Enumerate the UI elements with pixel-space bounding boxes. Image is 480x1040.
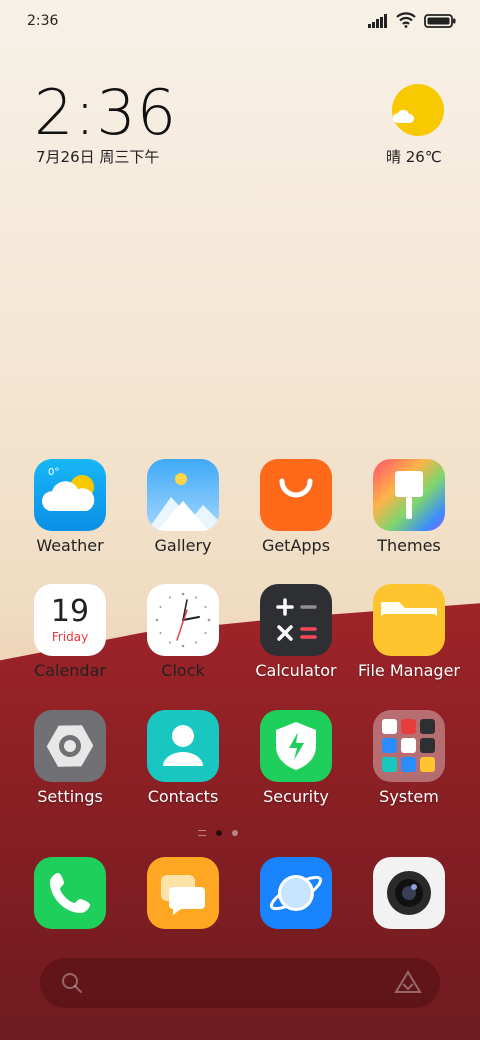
- app-calculator[interactable]: Calculator: [240, 584, 352, 680]
- app-clock[interactable]: Clock: [127, 584, 239, 680]
- app-label: Security: [263, 787, 329, 806]
- search-bar[interactable]: [40, 958, 440, 1008]
- signal-icon: [368, 13, 388, 32]
- browser-icon: [260, 857, 332, 929]
- dock-messages[interactable]: [127, 857, 239, 929]
- page-dot-active: [216, 830, 222, 836]
- calendar-icon: 19 Friday: [34, 584, 106, 656]
- wifi-icon: [396, 12, 416, 32]
- app-label: Calendar: [34, 661, 106, 680]
- security-icon: [260, 710, 332, 782]
- app-calendar[interactable]: 19 Friday Calendar: [14, 584, 126, 680]
- status-time: 2:36: [27, 13, 59, 29]
- assistant-icon[interactable]: [394, 970, 422, 1000]
- page-indicator-menu: [198, 830, 206, 836]
- app-label: Contacts: [147, 787, 219, 806]
- gallery-icon: [147, 459, 219, 531]
- search-icon: [60, 971, 84, 999]
- calendar-weekday: Friday: [51, 630, 89, 644]
- messages-icon: [147, 857, 219, 929]
- getapps-icon: [260, 459, 332, 531]
- contacts-icon: [147, 710, 219, 782]
- camera-icon: [373, 857, 445, 929]
- page-dot: [232, 830, 238, 836]
- app-label: Clock: [161, 661, 205, 680]
- battery-icon: [424, 13, 456, 32]
- app-label: Gallery: [154, 536, 212, 555]
- app-contacts[interactable]: Contacts: [127, 710, 239, 806]
- calendar-day: 19: [50, 594, 90, 629]
- folder-system[interactable]: System: [353, 710, 465, 806]
- app-label: Themes: [377, 536, 441, 555]
- app-label: GetApps: [261, 536, 331, 555]
- sunny-icon: [392, 84, 444, 136]
- page-indicator[interactable]: [198, 830, 238, 836]
- dock-phone[interactable]: [14, 857, 126, 929]
- clock-icon: [147, 584, 219, 656]
- app-label: Settings: [37, 787, 103, 806]
- app-gallery[interactable]: Gallery: [127, 459, 239, 555]
- app-label: System: [379, 787, 439, 806]
- app-security[interactable]: Security: [240, 710, 352, 806]
- app-label: Calculator: [255, 661, 337, 680]
- weather-widget-text: 晴 26℃: [386, 148, 442, 166]
- app-label: File Manager: [358, 661, 460, 680]
- folder-icon: [373, 584, 445, 656]
- weather-widget[interactable]: 晴 26℃: [386, 84, 452, 168]
- clock-widget-date[interactable]: 7月26日 周三下午: [36, 146, 159, 167]
- app-file-manager[interactable]: File Manager: [353, 584, 465, 680]
- clock-widget-time[interactable]: 2:36: [34, 76, 177, 149]
- app-getapps[interactable]: GetApps: [240, 459, 352, 555]
- phone-icon: [34, 857, 106, 929]
- dock-browser[interactable]: [240, 857, 352, 929]
- calculator-icon: [260, 584, 332, 656]
- app-themes[interactable]: Themes: [353, 459, 465, 555]
- themes-icon: [373, 459, 445, 531]
- folder-system-icon: [373, 710, 445, 782]
- weather-app-icon: 0°: [34, 459, 106, 531]
- app-weather[interactable]: 0° Weather: [14, 459, 126, 555]
- dock-camera[interactable]: [353, 857, 465, 929]
- app-settings[interactable]: Settings: [14, 710, 126, 806]
- status-bar: 2:36: [0, 0, 480, 42]
- app-label: Weather: [36, 536, 104, 555]
- settings-icon: [34, 710, 106, 782]
